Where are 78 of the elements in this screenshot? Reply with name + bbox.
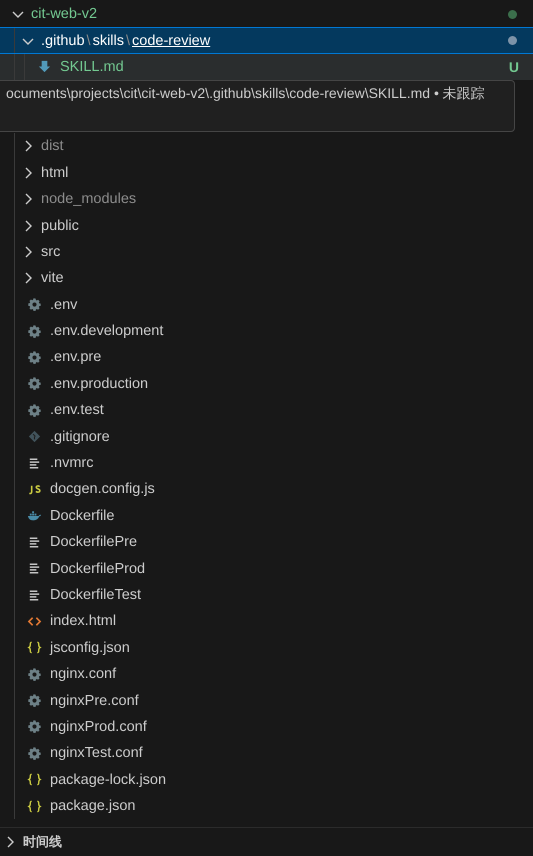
folder-row[interactable]: .github\skills\code-review bbox=[0, 27, 533, 54]
file-name: SKILL.md bbox=[60, 58, 124, 75]
folder-row[interactable]: html bbox=[0, 160, 533, 186]
file-row[interactable]: package.json bbox=[0, 792, 533, 820]
file-name: .env.development bbox=[50, 323, 164, 340]
lines-icon bbox=[27, 588, 42, 602]
file-name: nginxPre.conf bbox=[50, 692, 139, 709]
gear-icon bbox=[27, 746, 42, 761]
gear-icon bbox=[27, 666, 42, 682]
file-name: .env.test bbox=[50, 402, 104, 418]
gear-icon bbox=[27, 324, 42, 339]
file-row[interactable]: Dockerfile bbox=[0, 502, 533, 530]
folder-name: public bbox=[41, 218, 79, 234]
braces-icon bbox=[27, 798, 42, 814]
file-row[interactable]: DockerfilePre bbox=[0, 529, 533, 556]
folder-name: html bbox=[41, 164, 68, 181]
gear-icon bbox=[27, 297, 42, 312]
file-name: .env bbox=[50, 296, 78, 313]
gear-icon bbox=[27, 402, 42, 418]
file-name: DockerfilePre bbox=[50, 534, 138, 550]
folder-row[interactable]: vite bbox=[0, 265, 533, 292]
gear-icon bbox=[27, 350, 42, 365]
lines-icon bbox=[27, 456, 42, 471]
file-name: .gitignore bbox=[50, 428, 110, 445]
folder-name: cit-web-v2 bbox=[31, 6, 98, 22]
file-row[interactable]: .gitignore bbox=[0, 423, 533, 450]
file-row[interactable]: nginxPre.conf bbox=[0, 687, 533, 714]
folder-name: dist bbox=[41, 138, 64, 154]
file-name: index.html bbox=[50, 613, 116, 630]
tooltip-text: ocuments\projects\cit\cit-web-v2\.github\skills\code-review\SKILL.md • 未跟踪 bbox=[6, 85, 485, 102]
git-status-letter: U bbox=[508, 58, 519, 75]
file-row[interactable]: SKILL.md U bbox=[0, 54, 533, 80]
braces-icon bbox=[27, 772, 42, 788]
file-row[interactable]: .env.pre bbox=[0, 344, 533, 371]
file-row[interactable]: .env bbox=[0, 292, 533, 318]
file-row[interactable]: nginx.conf bbox=[0, 660, 533, 688]
file-name: .nvmrc bbox=[50, 455, 94, 472]
file-name: package.json bbox=[50, 798, 136, 814]
file-row[interactable]: DockerfileTest bbox=[0, 582, 533, 608]
folder-row[interactable]: public bbox=[0, 212, 533, 239]
file-name: nginxTest.conf bbox=[50, 745, 143, 762]
file-name: DockerfileTest bbox=[50, 587, 142, 603]
file-row[interactable]: nginxTest.conf bbox=[0, 740, 533, 767]
file-name: .env.pre bbox=[50, 349, 102, 366]
file-name: jsconfig.json bbox=[50, 640, 130, 656]
gear-icon bbox=[27, 719, 42, 734]
folder-row[interactable]: cit-web-v2 bbox=[0, 1, 533, 28]
braces-icon bbox=[27, 640, 42, 656]
folder-name: node_modules bbox=[41, 191, 136, 208]
file-name: package-lock.json bbox=[50, 772, 166, 788]
file-name: docgen.config.js bbox=[50, 481, 155, 498]
file-name: nginx.conf bbox=[50, 666, 116, 682]
file-name: Dockerfile bbox=[50, 508, 114, 524]
file-row[interactable]: .env.development bbox=[0, 318, 533, 344]
file-row[interactable]: index.html bbox=[0, 608, 533, 635]
file-row[interactable]: package-lock.json bbox=[0, 766, 533, 793]
gear-icon bbox=[27, 693, 42, 708]
folder-name: vite bbox=[41, 270, 64, 286]
file-row[interactable]: jsconfig.json bbox=[0, 634, 533, 661]
file-row[interactable]: DockerfileProd bbox=[0, 555, 533, 582]
gear-icon bbox=[27, 376, 42, 392]
file-name: nginxProd.conf bbox=[50, 718, 147, 735]
folder-path: .github\skills\code-review bbox=[41, 32, 210, 49]
folder-row[interactable]: dist bbox=[0, 133, 533, 160]
file-row[interactable]: .env.test bbox=[0, 397, 533, 424]
file-row[interactable]: nginxProd.conf bbox=[0, 714, 533, 740]
file-name: .env.production bbox=[50, 376, 148, 392]
diamond-icon bbox=[27, 429, 42, 444]
folder-row[interactable]: src bbox=[0, 238, 533, 266]
file-row[interactable]: .env.production bbox=[0, 370, 533, 398]
lines-icon bbox=[27, 534, 42, 550]
file-row[interactable]: .nvmrc bbox=[0, 450, 533, 476]
lines-icon bbox=[27, 561, 42, 576]
folder-name: src bbox=[41, 244, 60, 260]
file-name: DockerfileProd bbox=[50, 560, 146, 577]
down-arrow-icon bbox=[37, 59, 52, 74]
folder-row[interactable]: node_modules bbox=[0, 186, 533, 212]
file-row[interactable]: docgen.config.js bbox=[0, 476, 533, 503]
